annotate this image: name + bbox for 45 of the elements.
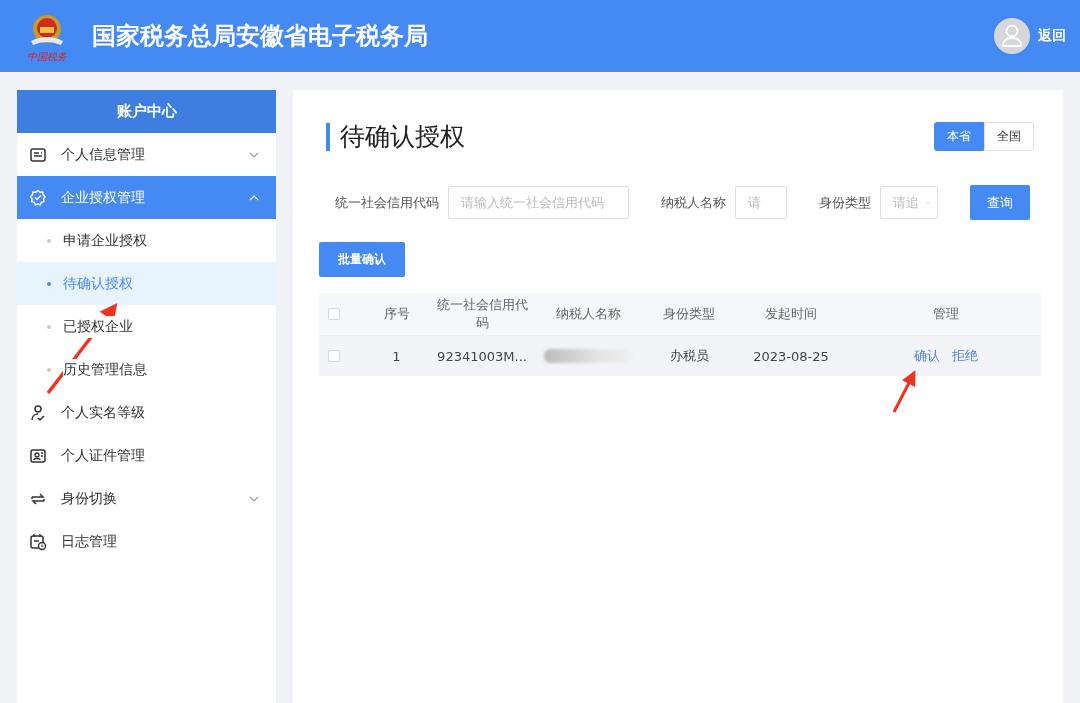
- sidebar-item[interactable]: 个人实名等级: [17, 391, 276, 434]
- query-button[interactable]: 查询: [970, 185, 1030, 220]
- filter-label: 纳税人名称: [661, 193, 726, 212]
- sidebar-item[interactable]: 企业授权管理: [17, 176, 276, 219]
- column-header: 管理: [931, 305, 960, 323]
- menu-icon: [29, 188, 47, 207]
- checkbox[interactable]: [328, 308, 340, 320]
- sidebar-item[interactable]: 个人证件管理: [17, 434, 276, 477]
- logo-caption: 中国税务: [27, 51, 67, 62]
- sidebar-item[interactable]: 个人信息管理: [17, 133, 276, 176]
- back-link[interactable]: 返回: [1038, 27, 1066, 45]
- checkbox[interactable]: [328, 350, 340, 362]
- avatar-icon[interactable]: [994, 18, 1030, 54]
- menu-icon: [29, 145, 47, 164]
- column-header: 统一社会信用代码: [435, 296, 529, 332]
- table-cell-text: 2023-08-25: [752, 348, 830, 364]
- submenu-item[interactable]: 待确认授权: [17, 262, 276, 305]
- scope-tab[interactable]: 本省: [934, 122, 984, 151]
- input-field[interactable]: 请: [735, 186, 787, 219]
- batch-confirm-button[interactable]: 批量确认: [319, 242, 405, 277]
- sidebar-item[interactable]: 身份切换: [17, 477, 276, 520]
- sidebar-title: 账户中心: [17, 90, 276, 133]
- menu-icon: [29, 532, 47, 551]
- scope-tab[interactable]: 全国: [984, 122, 1034, 151]
- filter-label: 身份类型: [819, 193, 871, 212]
- column-header: 纳税人名称: [554, 305, 622, 323]
- submenu-item[interactable]: 历史管理信息: [17, 348, 276, 391]
- action-link[interactable]: 拒绝: [951, 347, 978, 365]
- sidebar-item[interactable]: 日志管理: [17, 520, 276, 563]
- page-title: 待确认授权: [326, 122, 465, 151]
- table-cell-text: 办税员: [668, 347, 710, 365]
- column-header: 身份类型: [662, 305, 716, 323]
- table-cell-text: 1: [391, 348, 402, 364]
- menu-icon: [29, 403, 47, 422]
- column-header: 发起时间: [764, 305, 818, 323]
- submenu-item[interactable]: 申请企业授权: [17, 219, 276, 262]
- identity-select[interactable]: 请追: [880, 186, 938, 219]
- table-cell-text: 92341003M...: [436, 348, 528, 364]
- site-title: 国家税务总局安徽省电子税务局: [92, 21, 429, 52]
- column-header: 序号: [382, 305, 411, 323]
- arrow-annotation: [892, 370, 916, 413]
- filter-label: 统一社会信用代码: [335, 193, 439, 212]
- submenu-item[interactable]: 已授权企业: [17, 305, 276, 348]
- menu-icon: [29, 446, 47, 465]
- action-link[interactable]: 确认: [913, 347, 940, 365]
